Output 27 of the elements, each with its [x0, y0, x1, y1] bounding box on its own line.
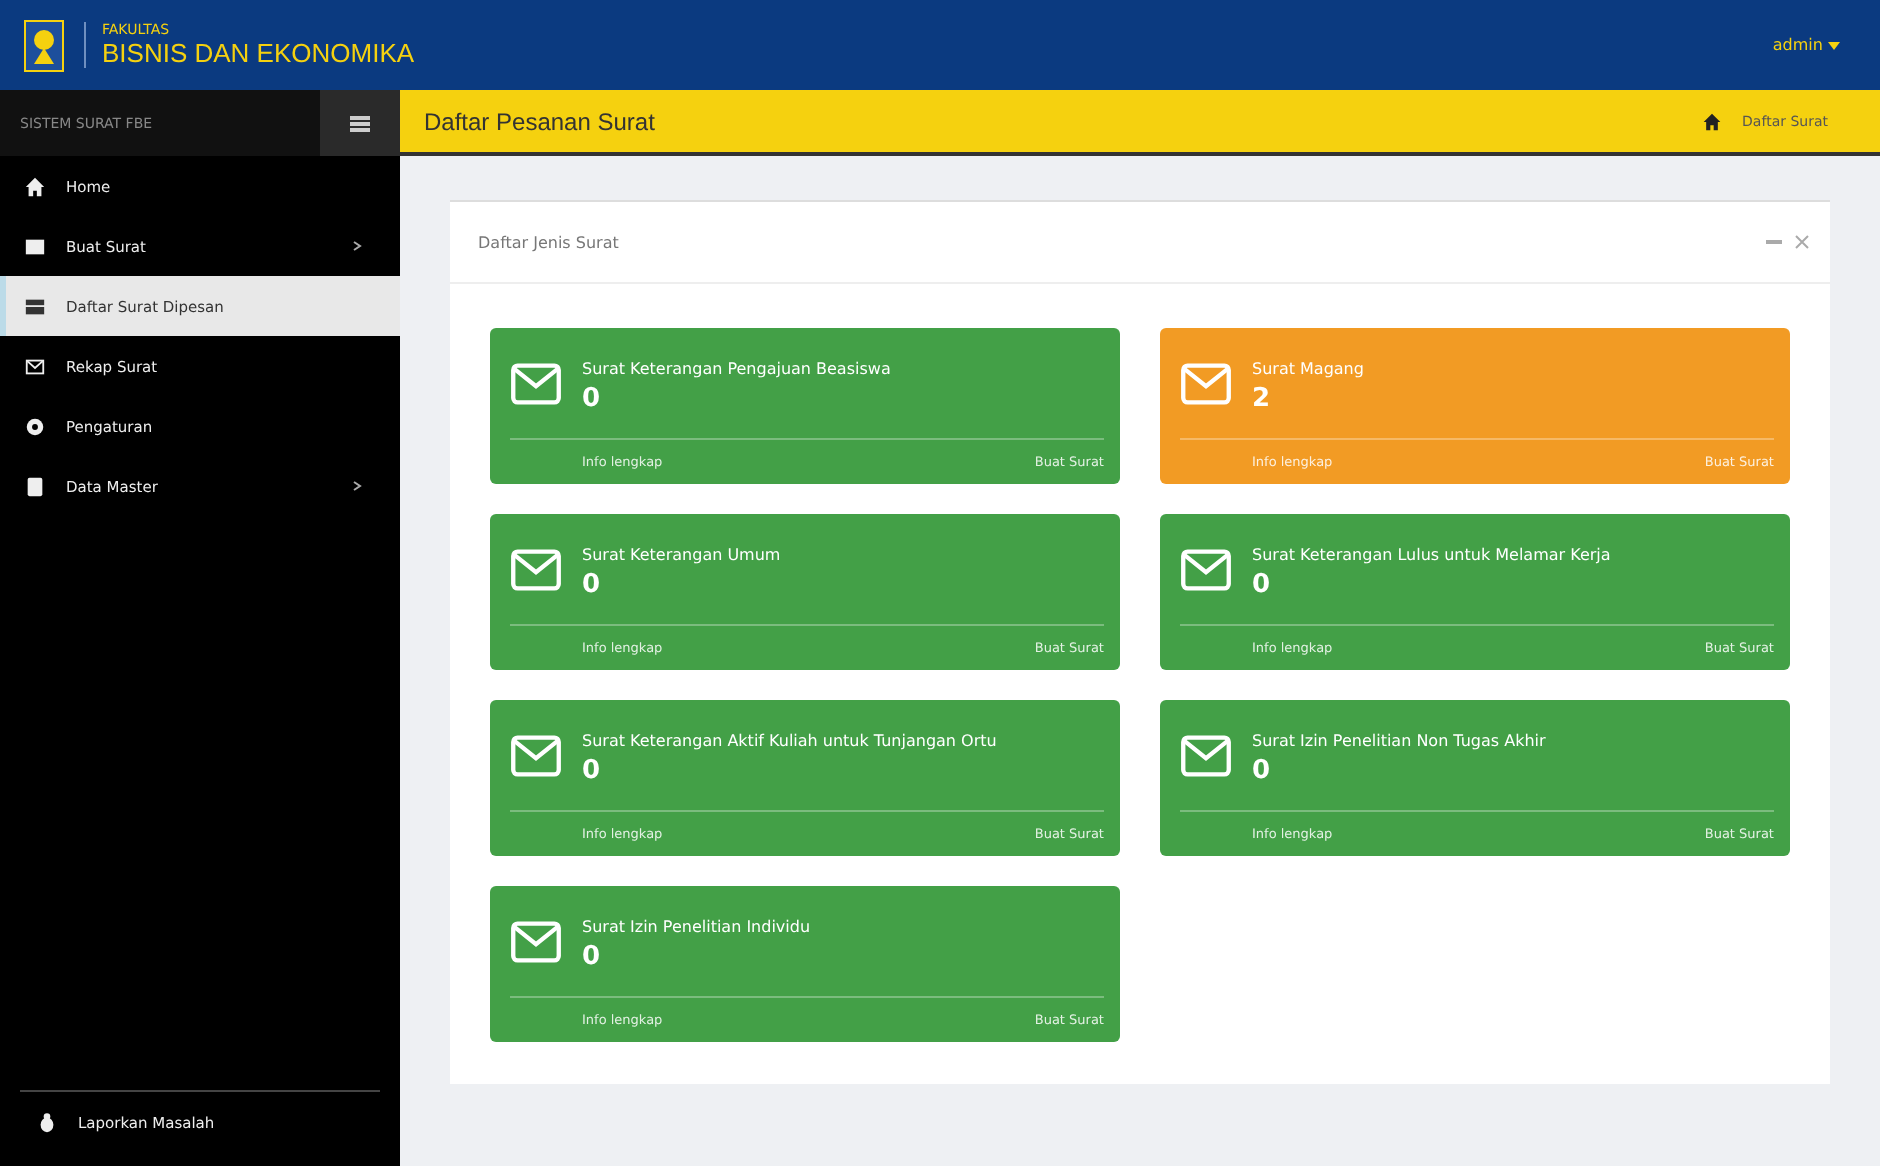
page-title: Daftar Pesanan Surat [424, 107, 655, 135]
minus-icon[interactable] [1766, 234, 1782, 250]
card-title: Surat Magang [1252, 360, 1364, 378]
panel-title: Daftar Jenis Surat [478, 233, 619, 251]
card-title: Surat Keterangan Lulus untuk Melamar Kerja [1252, 546, 1611, 564]
close-icon[interactable] [1794, 234, 1810, 250]
faculty-name: BISNIS DAN EKONOMIKA [102, 38, 415, 68]
home-icon [1702, 111, 1723, 131]
card-count: 0 [582, 942, 603, 972]
user-menu[interactable]: admin [1760, 34, 1852, 56]
card-count: 0 [582, 384, 603, 414]
list-icon [24, 295, 46, 317]
card-count: 0 [1252, 756, 1273, 786]
card-title: Surat Izin Penelitian Non Tugas Akhir [1252, 732, 1546, 750]
card-title: Surat Keterangan Aktif Kuliah untuk Tunjangan Ortu [582, 732, 997, 750]
menu-icon[interactable] [320, 90, 400, 156]
card-title: Surat Keterangan Pengajuan Beasiswa [582, 360, 891, 378]
crest-logo-icon [24, 19, 64, 71]
card-count: 2 [1252, 384, 1273, 414]
gear-icon [24, 415, 46, 437]
card-count: 0 [1252, 570, 1273, 600]
caret-icon [1828, 42, 1840, 50]
home-icon [24, 175, 46, 197]
card-title: Surat Izin Penelitian Individu [582, 918, 811, 936]
card-title: Surat Keterangan Umum [582, 546, 781, 564]
card-count: 0 [582, 570, 603, 600]
card-count: 0 [582, 756, 603, 786]
